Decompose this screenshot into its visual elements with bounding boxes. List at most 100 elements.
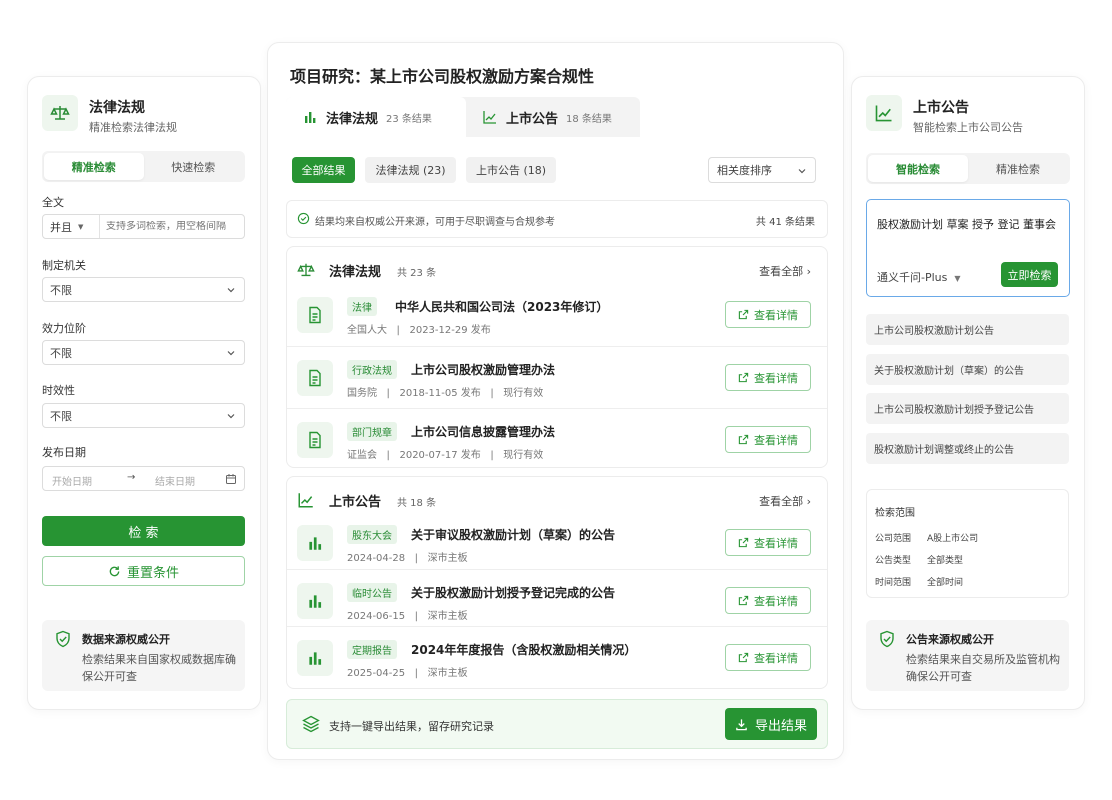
item-title[interactable]: 上市公司股权激励管理办法	[411, 361, 555, 378]
item-source: 全国人大	[347, 325, 387, 336]
view-detail-button[interactable]: 查看详情	[725, 301, 811, 328]
level-value: 不限	[50, 346, 72, 360]
tab-smart-search[interactable]: 智能检索	[868, 155, 968, 182]
tab-quick-search[interactable]: 快速检索	[144, 153, 244, 180]
category-tag: 临时公告	[347, 583, 397, 602]
list-item[interactable]: 法律 中华人民共和国公司法（2023年修订） 全国人大 | 2023-12-29…	[287, 284, 827, 346]
fulltext-input[interactable]	[100, 221, 240, 232]
result-tabs: 法律法规 23 条结果 上市公告 18 条结果	[286, 97, 640, 137]
tab-precise-search[interactable]: 精准检索	[968, 155, 1068, 182]
section-title: 法律法规	[329, 265, 382, 280]
operator-select[interactable]: 并且 ▼	[43, 215, 100, 238]
search-mode-toggle: 智能检索 精准检索	[866, 153, 1070, 184]
info-bar: 结果均来自权威公开来源，可用于尽职调查与合规参考 共 41 条结果	[286, 200, 828, 238]
authority-select[interactable]: 不限	[42, 277, 245, 302]
filter-chip-laws[interactable]: 法律法规 (23)	[365, 157, 456, 183]
chevron-down-icon	[227, 414, 235, 419]
external-link-icon	[738, 309, 749, 320]
export-text: 支持一键导出结果，留存研究记录	[329, 720, 494, 733]
scope-value: 全部时间	[927, 578, 964, 588]
info-text: 结果均来自权威公开来源，可用于尽职调查与合规参考	[315, 217, 555, 228]
scope-value: A股上市公司	[927, 534, 979, 544]
caret-down-icon: ▼	[78, 222, 84, 231]
item-title[interactable]: 关于审议股权激励计划（草案）的公告	[411, 526, 615, 543]
item-meta: 全国人大 | 2023-12-29 发布	[347, 321, 491, 336]
validity-label: 时效性	[42, 384, 75, 397]
chevron-right-icon: ›	[806, 495, 811, 508]
view-detail-button[interactable]: 查看详情	[725, 426, 811, 453]
announcements-section: 上市公告 共 18 条 查看全部 › 股东大会 关于审议股权激励计划（草案）的公…	[286, 476, 828, 689]
search-button[interactable]: 检 索	[42, 516, 245, 546]
view-detail-button[interactable]: 查看详情	[725, 587, 811, 614]
tab-precise-search[interactable]: 精准检索	[44, 153, 144, 180]
note-body: 检索结果来自交易所及监管机构确保公开可查	[906, 653, 1060, 683]
tab-announcements[interactable]: 上市公告 18 条结果	[466, 97, 640, 137]
item-board: 深市主板	[427, 553, 468, 564]
view-detail-button[interactable]: 查看详情	[725, 529, 811, 556]
category-tag: 部门规章	[347, 422, 397, 441]
laws-search-panel: 法律法规 精准检索法律法规 精准检索 快速检索 全文 并且 ▼ 制定机关 不限 …	[27, 76, 261, 710]
panel-title: 法律法规	[89, 100, 145, 116]
operator-value: 并且	[50, 220, 72, 234]
tab-laws[interactable]: 法律法规 23 条结果	[286, 97, 466, 137]
suggestion-item[interactable]: 股权激励计划调整或终止的公告	[866, 433, 1069, 464]
external-link-icon	[738, 434, 749, 445]
chevron-down-icon	[798, 169, 806, 174]
scope-title: 检索范围	[875, 508, 915, 519]
filter-chip-announcements[interactable]: 上市公告 (18)	[466, 157, 556, 183]
page-title: 项目研究：某上市公司股权激励方案合规性	[290, 67, 595, 86]
fulltext-label: 全文	[42, 196, 64, 209]
level-select[interactable]: 不限	[42, 340, 245, 365]
view-all-link[interactable]: 查看全部 ›	[759, 493, 811, 509]
meta-separator: |	[414, 611, 419, 622]
detail-label: 查看详情	[754, 433, 798, 447]
view-all-link[interactable]: 查看全部 ›	[759, 263, 811, 279]
view-detail-button[interactable]: 查看详情	[725, 364, 811, 391]
model-select[interactable]: 通义千问-Plus ▼	[877, 269, 961, 285]
category-tag: 法律	[347, 297, 377, 316]
item-title[interactable]: 中华人民共和国公司法（2023年修订）	[395, 298, 608, 315]
suggestion-item[interactable]: 上市公司股权激励计划公告	[866, 314, 1069, 345]
source-note: 数据来源权威公开 检索结果来自国家权威数据库确保公开可查	[42, 620, 245, 691]
list-item[interactable]: 定期报告 2024年年度报告（含股权激励相关情况） 2025-04-25 | 深…	[287, 626, 827, 688]
meta-separator: |	[386, 388, 390, 399]
date-range-picker[interactable]: 开始日期 → 结束日期	[42, 466, 245, 491]
sort-select[interactable]: 相关度排序	[708, 157, 816, 183]
item-title[interactable]: 关于股权激励计划授予登记完成的公告	[411, 584, 615, 601]
item-title[interactable]: 上市公司信息披露管理办法	[411, 423, 555, 440]
detail-label: 查看详情	[754, 308, 798, 322]
section-count: 共 23 条	[397, 268, 437, 279]
export-button[interactable]: 导出结果	[725, 708, 817, 740]
reset-button[interactable]: 重置条件	[42, 556, 245, 586]
view-detail-button[interactable]: 查看详情	[725, 644, 811, 671]
validity-select[interactable]: 不限	[42, 403, 245, 428]
item-status: 现行有效	[503, 388, 544, 399]
external-link-icon	[738, 372, 749, 383]
scope-key: 公司范围	[875, 534, 912, 544]
item-title[interactable]: 2024年年度报告（含股权激励相关情况）	[411, 641, 636, 658]
search-now-button[interactable]: 立即检索	[1001, 262, 1058, 287]
search-mode-toggle: 精准检索 快速检索	[42, 151, 245, 182]
tab-label: 上市公告	[506, 111, 559, 127]
research-results-panel: 项目研究：某上市公司股权激励方案合规性 法律法规 23 条结果 上市公告 18 …	[267, 42, 844, 760]
refresh-icon	[109, 565, 120, 576]
list-item[interactable]: 股东大会 关于审议股权激励计划（草案）的公告 2024-04-28 | 深市主板…	[287, 512, 827, 574]
laws-section: 法律法规 共 23 条 查看全部 › 法律 中华人民共和国公司法（2023年修订…	[286, 246, 828, 468]
item-date: 2018-11-05 发布	[399, 388, 481, 399]
trend-chart-icon	[866, 95, 902, 131]
trend-chart-icon	[483, 111, 496, 124]
trend-chart-icon	[298, 493, 313, 508]
shield-check-icon	[56, 630, 70, 648]
list-item[interactable]: 部门规章 上市公司信息披露管理办法 证监会 | 2020-07-17 发布 | …	[287, 408, 827, 470]
suggestion-item[interactable]: 上市公司股权激励计划授予登记公告	[866, 393, 1069, 424]
arrow-right-icon: →	[127, 472, 136, 483]
list-item[interactable]: 临时公告 关于股权激励计划授予登记完成的公告 2024-06-15 | 深市主板…	[287, 569, 827, 626]
filter-chip-all[interactable]: 全部结果	[292, 157, 355, 183]
export-bar: 支持一键导出结果，留存研究记录 导出结果	[286, 699, 828, 749]
meta-separator: |	[414, 553, 419, 564]
panel-subtitle: 智能检索上市公司公告	[913, 121, 1023, 134]
detail-label: 查看详情	[754, 594, 798, 608]
suggestion-item[interactable]: 关于股权激励计划（草案）的公告	[866, 354, 1069, 385]
list-item[interactable]: 行政法规 上市公司股权激励管理办法 国务院 | 2018-11-05 发布 | …	[287, 346, 827, 408]
query-input[interactable]: 股权激励计划 草案 授予 登记 董事会 通义千问-Plus ▼ 立即检索	[866, 199, 1070, 297]
